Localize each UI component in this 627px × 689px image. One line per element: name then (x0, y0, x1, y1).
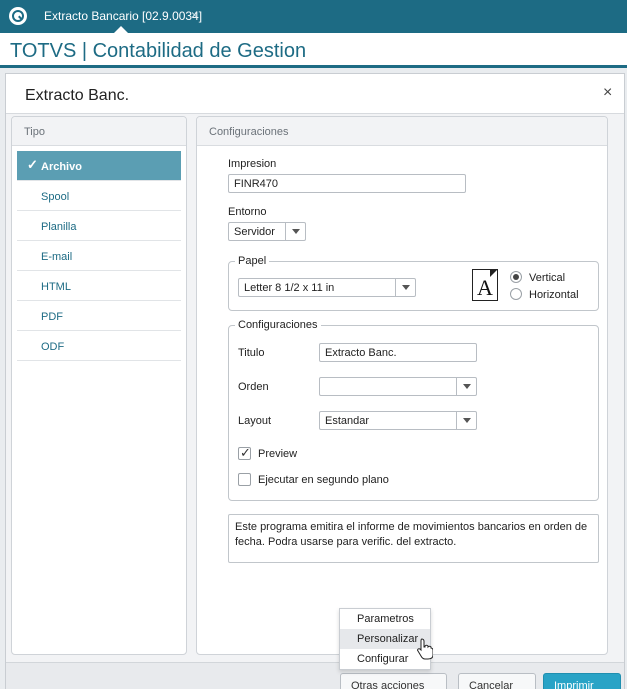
titulo-input[interactable] (319, 343, 477, 362)
menu-item-parametros[interactable]: Parametros (340, 609, 430, 629)
orden-select[interactable] (319, 377, 477, 396)
impresion-input[interactable] (228, 174, 466, 193)
cancel-button[interactable]: Cancelar (458, 673, 536, 689)
entorno-label: Entorno (228, 206, 267, 218)
chevron-down-icon (395, 279, 415, 296)
dialog-footer: Otras acciones Cancelar Imprimir (6, 662, 624, 689)
horizontal-radio[interactable] (510, 288, 522, 300)
type-item-archivo[interactable]: ✓ Archivo (17, 151, 181, 181)
chevron-down-icon (456, 378, 476, 395)
titulo-label: Titulo (238, 347, 265, 359)
settings-fieldset: Configuraciones Titulo Orden Layout Esta… (228, 319, 599, 501)
type-panel-header: Tipo (12, 117, 186, 146)
vertical-radio[interactable] (510, 271, 522, 283)
settings-legend: Configuraciones (235, 319, 321, 331)
papel-legend: Papel (235, 255, 270, 267)
close-icon[interactable]: × (603, 84, 612, 102)
type-item-odf[interactable]: ODF (17, 331, 181, 361)
top-tab-bar: Extracto Bancario [02.9.0034] × (0, 0, 627, 33)
entorno-select[interactable]: Servidor (228, 222, 306, 241)
orden-label: Orden (238, 381, 269, 393)
chevron-down-icon (285, 223, 305, 240)
paper-orientation-icon: A (472, 269, 498, 301)
type-item-planilla[interactable]: Planilla (17, 211, 181, 241)
vertical-label: Vertical (529, 272, 566, 284)
print-dialog: Extracto Banc. × Tipo ✓ Archivo Spool Pl… (5, 73, 625, 689)
type-item-html[interactable]: HTML (17, 271, 181, 301)
impresion-label: Impresion (228, 158, 277, 170)
tab-indicator (114, 26, 128, 33)
type-item-spool[interactable]: Spool (17, 181, 181, 211)
dialog-title: Extracto Banc. (25, 87, 130, 104)
horizontal-label: Horizontal (529, 289, 579, 301)
tab-close-icon[interactable]: × (191, 8, 198, 22)
type-item-pdf[interactable]: PDF (17, 301, 181, 331)
type-item-email[interactable]: E-mail (17, 241, 181, 271)
preview-label: Preview (258, 448, 298, 460)
paper-size-value: Letter 8 1/2 x 11 in (244, 282, 335, 294)
config-panel-header: Configuraciones (197, 117, 607, 146)
config-panel: Configuraciones Impresion Entorno Servid… (196, 116, 608, 655)
background-run-label: Ejecutar en segundo plano (258, 474, 389, 486)
dialog-header: Extracto Banc. × (6, 74, 624, 114)
layout-value: Estandar (325, 415, 370, 427)
hand-cursor-icon (417, 638, 433, 660)
type-panel: Tipo ✓ Archivo Spool Planilla E-mail HTM… (11, 116, 187, 655)
type-list: ✓ Archivo Spool Planilla E-mail HTML PDF… (17, 151, 181, 361)
layout-select[interactable]: Estandar (319, 411, 477, 430)
papel-fieldset: Papel Letter 8 1/2 x 11 in A Vertical Ho… (228, 255, 599, 311)
tab-label: Extracto Bancario [02.9.0034] (44, 9, 203, 23)
type-item-label: Archivo (41, 161, 82, 173)
entorno-value: Servidor (234, 226, 275, 238)
app-title: TOTVS | Contabilidad de Gestion (10, 40, 307, 62)
app-header: TOTVS | Contabilidad de Gestion (0, 33, 627, 68)
print-button[interactable]: Imprimir (543, 673, 621, 689)
totvs-logo-icon[interactable] (9, 7, 27, 25)
check-icon: ✓ (27, 157, 38, 172)
preview-checkbox[interactable] (238, 445, 251, 461)
chevron-down-icon (456, 412, 476, 429)
program-description: Este programa emitira el informe de movi… (228, 514, 599, 563)
paper-size-select[interactable]: Letter 8 1/2 x 11 in (238, 278, 416, 297)
background-run-checkbox[interactable] (238, 473, 251, 486)
layout-label: Layout (238, 415, 272, 427)
other-actions-button[interactable]: Otras acciones (340, 673, 447, 689)
